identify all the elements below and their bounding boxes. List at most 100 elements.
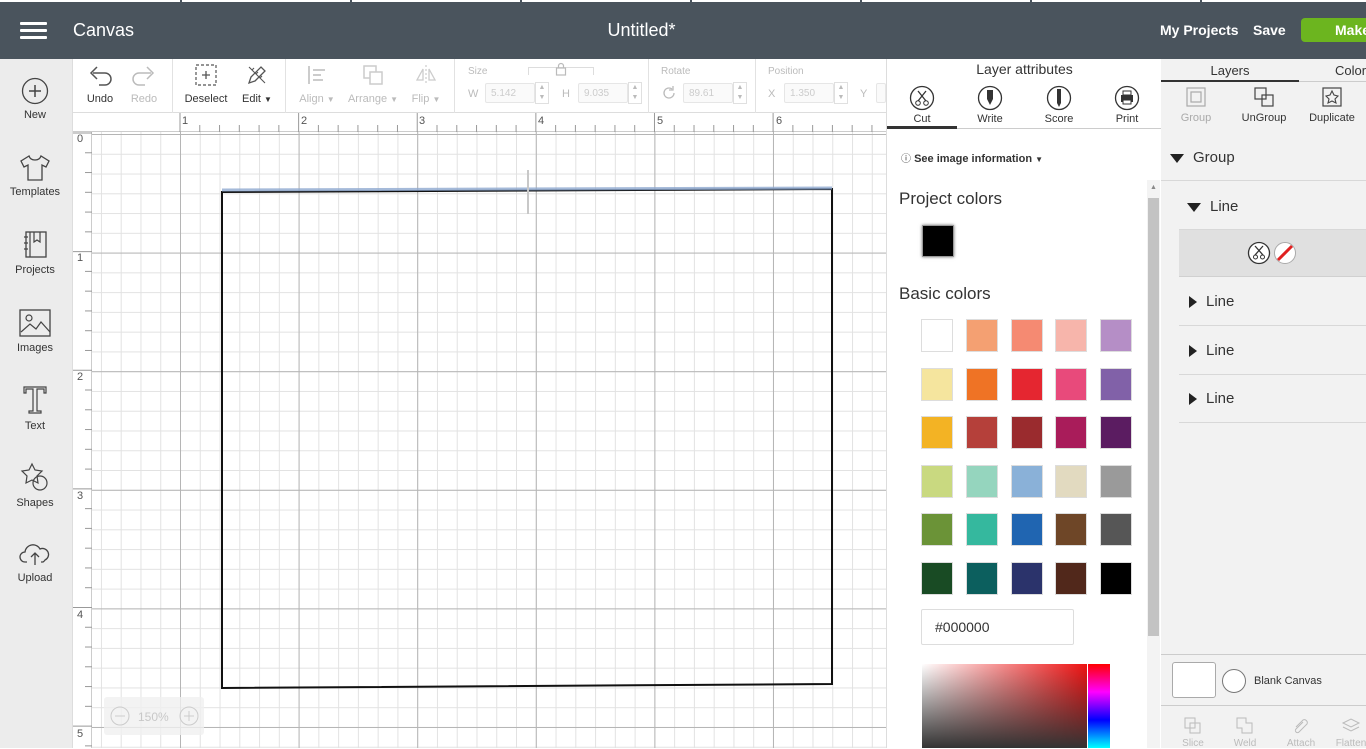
color-swatch[interactable] [1100,416,1133,450]
width-stepper[interactable]: ▲ ▼ [535,82,549,104]
pen-ruler-icon [247,66,266,85]
color-swatch[interactable] [1010,562,1043,595]
color-swatch[interactable] [1100,513,1133,547]
expand-triangle-icon[interactable] [1189,345,1197,358]
color-swatch[interactable] [1055,562,1088,595]
drawn-rectangle[interactable] [92,132,886,748]
color-swatch[interactable] [1100,464,1133,498]
sidebar-item-images[interactable]: Images [0,308,70,354]
scroll-up-icon[interactable]: ▲ [1150,184,1157,191]
rotate-stepper[interactable]: ▲ ▼ [733,82,747,104]
edit-menu-button[interactable]: Edit ▼ [237,63,277,105]
no-fill-icon[interactable] [1273,241,1297,265]
color-swatch[interactable] [1010,319,1043,352]
color-swatch[interactable] [965,562,998,595]
layer-line-row[interactable]: Line [1179,375,1366,423]
save-button[interactable]: Save [1253,22,1286,38]
action-label: Slice [1182,738,1204,749]
color-swatch[interactable] [965,464,998,498]
arrange-menu-button[interactable]: Arrange ▼ [345,63,401,105]
color-swatch[interactable] [965,367,998,401]
sidebar-item-label: Images [16,342,54,354]
layer-line-row[interactable]: Line [1179,326,1366,375]
duplicate-button[interactable]: Duplicate [1297,85,1366,124]
layer-line-row[interactable]: Line [1179,278,1366,326]
color-swatch[interactable] [1055,319,1088,352]
blank-canvas-visibility-toggle[interactable] [1222,669,1246,693]
my-projects-link[interactable]: My Projects [1160,22,1239,38]
color-swatch[interactable] [921,562,953,595]
see-image-information-toggle[interactable]: ⓘ See image information ▼ [901,150,1043,165]
zoom-in-icon[interactable] [179,706,199,726]
rotate-input[interactable]: 89.61 [683,83,733,103]
color-swatch[interactable] [1010,464,1043,498]
sidebar-item-shapes[interactable]: Shapes [0,461,70,509]
sidebar-item-upload[interactable]: Upload [0,540,70,584]
blank-canvas-swatch[interactable] [1172,662,1216,698]
sidebar-item-templates[interactable]: Templates [0,154,70,198]
layer-item-selected[interactable] [1179,230,1366,277]
lock-icon[interactable] [555,62,567,76]
align-menu-button[interactable]: Align ▼ [295,63,339,105]
tab-score[interactable]: Score [1025,85,1093,125]
tab-write[interactable]: Write [956,85,1024,125]
color-swatch[interactable] [1010,513,1043,547]
width-input[interactable]: 5.142 [485,83,535,103]
color-swatch[interactable] [1100,367,1133,401]
color-swatch[interactable] [1055,513,1088,547]
make-it-button[interactable]: Make [1301,18,1366,42]
layer-line-row[interactable]: Line [1179,194,1366,230]
color-swatch[interactable] [965,513,998,547]
color-swatch[interactable] [921,464,953,498]
group-button[interactable]: Group [1161,85,1231,124]
flip-menu-button[interactable]: Flip ▼ [409,63,443,105]
sidebar-item-projects[interactable]: Projects [0,230,70,276]
color-swatch[interactable] [965,416,998,450]
color-picker-gradient[interactable] [922,664,1087,748]
design-canvas[interactable] [92,132,886,748]
tab-layers[interactable]: Layers [1161,59,1299,82]
collapse-triangle-icon[interactable] [1170,153,1184,163]
hex-color-input[interactable]: #000000 [921,609,1074,645]
color-swatch[interactable] [1010,367,1043,401]
height-input[interactable]: 9.035 [578,83,628,103]
color-swatch[interactable] [1055,464,1088,498]
color-swatch[interactable] [965,319,998,352]
collapse-triangle-icon[interactable] [1187,202,1201,212]
expand-triangle-icon[interactable] [1189,296,1197,309]
x-stepper[interactable]: ▲ ▼ [834,82,848,104]
attributes-scrollbar[interactable]: ▲ [1147,180,1160,748]
tab-color-sync[interactable]: Color [1335,63,1366,78]
scrollbar-thumb[interactable] [1148,198,1159,636]
color-swatch[interactable] [921,513,953,547]
slice-button[interactable]: Slice [1173,715,1213,749]
layer-group-row[interactable]: Group [1161,145,1366,181]
color-swatch[interactable] [921,416,953,450]
color-swatch[interactable] [1055,416,1088,450]
tab-cut[interactable]: Cut [888,85,956,125]
height-stepper[interactable]: ▲ ▼ [628,82,642,104]
redo-button[interactable]: Redo [129,63,159,105]
project-color-swatch[interactable] [922,225,954,257]
flatten-button[interactable]: Flatten [1331,715,1366,749]
zoom-out-icon[interactable] [110,706,130,726]
expand-triangle-icon[interactable] [1189,393,1197,406]
color-swatch[interactable] [1100,319,1133,352]
x-position-input[interactable]: 1.350 [784,83,834,103]
color-swatch[interactable] [1055,367,1088,401]
undo-button[interactable]: Undo [85,63,115,105]
deselect-button[interactable]: Deselect [183,63,229,105]
color-swatch[interactable] [1100,562,1133,595]
hue-slider[interactable] [1088,664,1110,748]
redo-label: Redo [130,93,158,105]
ungroup-button[interactable]: UnGroup [1229,85,1299,124]
tab-print[interactable]: Print [1093,85,1161,125]
color-swatch[interactable] [921,367,953,401]
weld-button[interactable]: Weld [1225,715,1265,749]
sidebar-item-new[interactable]: New [0,77,70,121]
sidebar-item-text[interactable]: Text [0,384,70,432]
y-position-input[interactable] [876,83,886,103]
attach-button[interactable]: Attach [1281,715,1321,749]
color-swatch[interactable] [921,319,953,352]
color-swatch[interactable] [1010,416,1043,450]
